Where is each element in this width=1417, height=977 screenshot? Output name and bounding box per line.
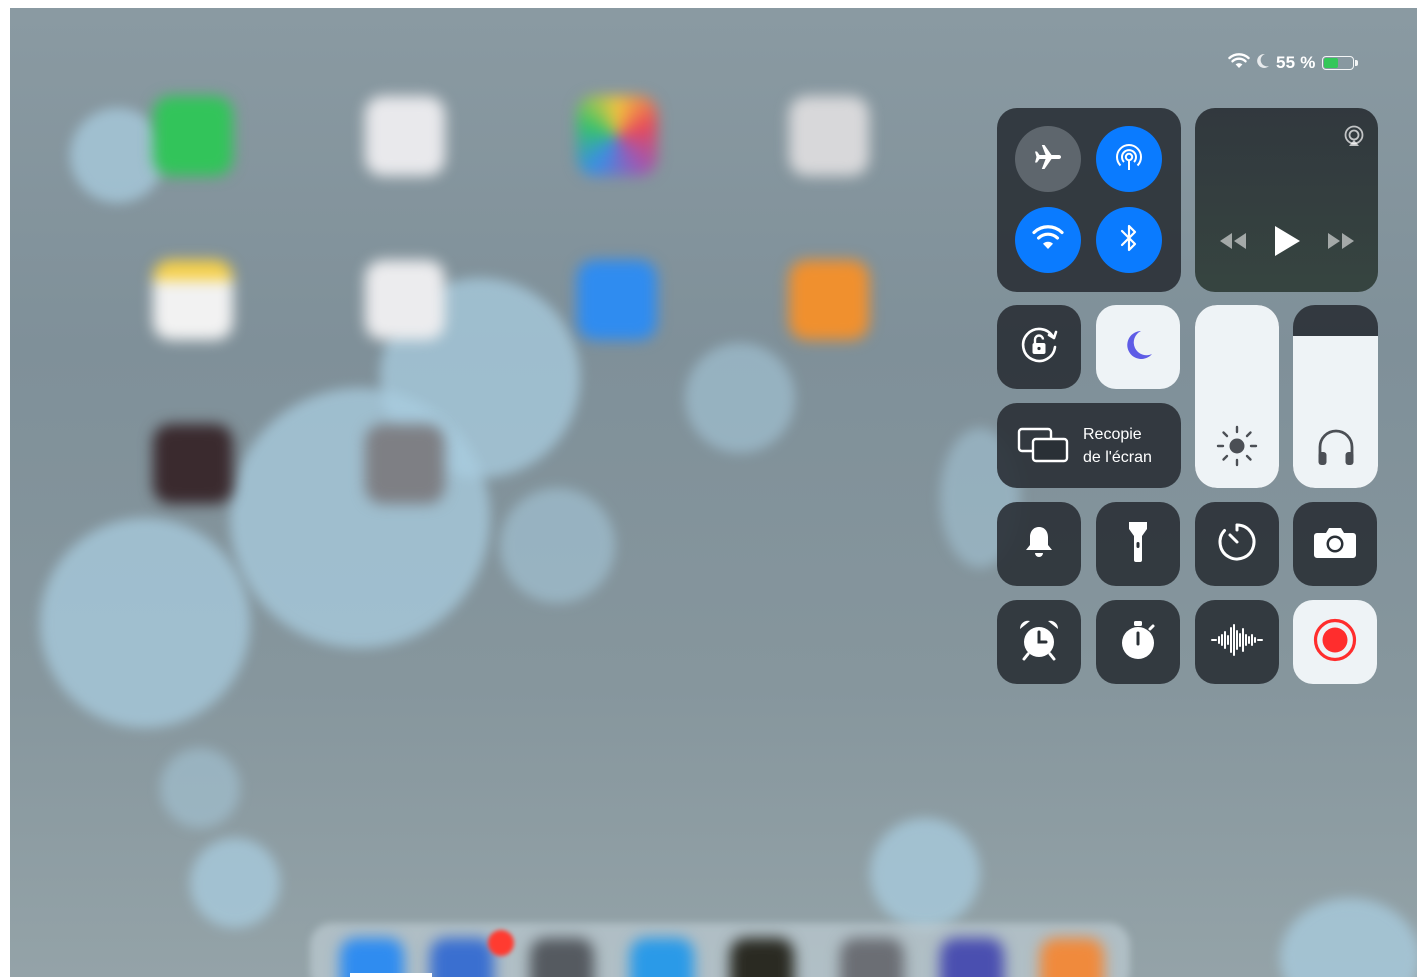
brightness-slider[interactable] (1195, 305, 1279, 488)
screen-mirroring-button[interactable]: Recopie de l'écran (997, 403, 1181, 488)
wallpaper-bubble (70, 108, 165, 203)
status-bar: 55 % (1228, 52, 1358, 74)
screen-record-button[interactable] (1293, 600, 1377, 684)
notification-badge (488, 930, 514, 956)
play-icon[interactable] (1272, 224, 1302, 263)
silent-mode-button[interactable] (997, 502, 1081, 586)
app-icon[interactable] (365, 260, 445, 340)
now-playing-module (1195, 108, 1378, 292)
screen-mirroring-label-line2: de l'écran (1083, 449, 1152, 466)
wallpaper-bubble (230, 388, 490, 648)
dock-app-icon[interactable] (940, 938, 1004, 977)
app-icon[interactable] (153, 424, 233, 504)
stopwatch-button[interactable] (1096, 600, 1180, 684)
wifi-icon (1228, 52, 1250, 74)
wallpaper-bubble (160, 748, 240, 828)
bluetooth-button[interactable] (1096, 207, 1162, 273)
flashlight-button[interactable] (1096, 502, 1180, 586)
alarm-clock-icon (1017, 618, 1061, 667)
wifi-button[interactable] (1015, 207, 1081, 273)
airplay-icon[interactable] (1342, 124, 1366, 153)
battery-percentage: 55 % (1276, 53, 1316, 72)
screen-mirroring-icon (1017, 427, 1069, 468)
moon-icon (1120, 327, 1156, 368)
airplane-icon (1032, 141, 1064, 178)
wallpaper-bubble (40, 518, 250, 728)
home-indicator (350, 973, 432, 977)
app-icon[interactable] (789, 96, 869, 176)
flashlight-icon (1127, 520, 1149, 569)
dock-app-icon[interactable] (630, 938, 694, 977)
app-icon[interactable] (789, 260, 869, 340)
wallpaper-bubble (870, 818, 980, 928)
bluetooth-icon (1118, 222, 1140, 259)
app-icon[interactable] (577, 96, 657, 176)
camera-icon (1313, 525, 1357, 564)
dock-app-icon[interactable] (340, 938, 404, 977)
fast-forward-icon[interactable] (1325, 232, 1357, 255)
bell-icon (1024, 525, 1054, 564)
stopwatch-icon (1117, 619, 1159, 666)
dock-app-icon[interactable] (730, 938, 794, 977)
screen-record-icon (1312, 617, 1358, 668)
app-icon[interactable] (153, 260, 233, 340)
battery-icon (1321, 56, 1358, 70)
media-controls (1195, 224, 1378, 263)
do-not-disturb-button[interactable] (1096, 305, 1180, 389)
volume-slider[interactable] (1293, 305, 1378, 488)
alarm-button[interactable] (997, 600, 1081, 684)
wallpaper-bubble (1280, 898, 1417, 977)
camera-button[interactable] (1293, 502, 1377, 586)
app-icon[interactable] (577, 260, 657, 340)
dock-app-icon[interactable] (1040, 938, 1104, 977)
wallpaper-bubble (190, 838, 280, 928)
timer-button[interactable] (1195, 502, 1279, 586)
airdrop-icon (1112, 140, 1146, 179)
headphones-icon (1293, 424, 1378, 470)
sun-icon (1195, 422, 1279, 470)
timer-icon (1216, 521, 1258, 568)
dock-app-icon[interactable] (430, 938, 494, 977)
airplane-mode-button[interactable] (1015, 126, 1081, 192)
wifi-icon (1032, 224, 1064, 256)
dock-app-icon[interactable] (530, 938, 594, 977)
connectivity-module (997, 108, 1181, 292)
rewind-icon[interactable] (1217, 232, 1249, 255)
voice-memos-icon (1210, 623, 1264, 662)
battery-level (1323, 58, 1339, 68)
screen-mirroring-label: Recopie de l'écran (1083, 423, 1152, 469)
wallpaper-bubble (500, 488, 615, 603)
voice-memos-button[interactable] (1195, 600, 1279, 684)
wallpaper-bubble (685, 343, 795, 453)
dock-app-icon[interactable] (840, 938, 904, 977)
orientation-lock-button[interactable] (997, 305, 1081, 389)
screen-mirroring-label-line1: Recopie (1083, 426, 1142, 443)
orientation-lock-icon (1016, 322, 1062, 373)
moon-icon (1256, 53, 1270, 74)
app-icon[interactable] (365, 96, 445, 176)
airdrop-button[interactable] (1096, 126, 1162, 192)
app-icon[interactable] (365, 424, 445, 504)
app-icon[interactable] (153, 96, 233, 176)
